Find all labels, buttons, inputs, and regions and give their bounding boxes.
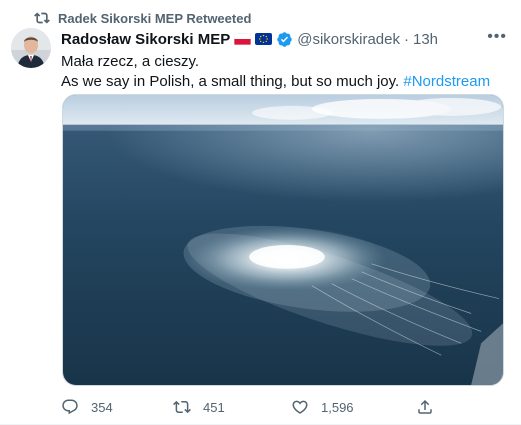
heart-icon	[292, 400, 308, 414]
like-count: 1,596	[321, 399, 354, 415]
like-button[interactable]: 1,596	[291, 398, 354, 416]
retweet-banner-label: Radek Sikorski MEP Retweeted	[58, 10, 252, 26]
author-name[interactable]: Radosław Sikorski MEP	[61, 31, 230, 48]
tweet-text-body: As we say in Polish, a small thing, but …	[61, 73, 400, 90]
tweet-text-line-2: As we say in Polish, a small thing, but …	[61, 72, 506, 92]
sea-photo	[63, 95, 503, 385]
tweet-actions: 354 451 1,596	[56, 398, 436, 418]
avatar[interactable]	[11, 28, 51, 68]
share-icon	[418, 399, 432, 414]
hashtag-link[interactable]: #Nordstream	[403, 73, 490, 90]
retweet-button[interactable]: 451	[173, 398, 225, 416]
eu-flag-icon	[255, 33, 273, 45]
tweet-timestamp[interactable]: 13h	[413, 31, 438, 48]
author-handle[interactable]: @sikorskiradek	[297, 31, 400, 48]
tweet-media-image[interactable]	[62, 94, 504, 386]
share-button[interactable]	[416, 398, 434, 416]
retweet-icon	[34, 12, 50, 24]
reply-icon	[62, 399, 78, 415]
reply-button[interactable]: 354	[61, 398, 113, 416]
retweet-count: 451	[203, 399, 225, 415]
retweet-icon	[173, 400, 191, 414]
tweet-text-line-1: Mała rzecz, a cieszy.	[61, 53, 200, 70]
separator-dot: ·	[404, 30, 409, 48]
poland-flag-icon	[234, 33, 252, 45]
verified-badge-icon	[277, 31, 292, 47]
reply-count: 354	[91, 399, 113, 415]
retweet-banner[interactable]: Radek Sikorski MEP Retweeted	[34, 10, 251, 26]
tweet-card[interactable]: Radek Sikorski MEP Retweeted Radosław Si…	[0, 0, 521, 425]
tweet-text: Mała rzecz, a cieszy. As we say in Polis…	[61, 52, 506, 92]
tweet-header: Radosław Sikorski MEP @sikorskiradek · 1…	[61, 29, 438, 49]
more-options-icon[interactable]: •••	[487, 29, 507, 45]
